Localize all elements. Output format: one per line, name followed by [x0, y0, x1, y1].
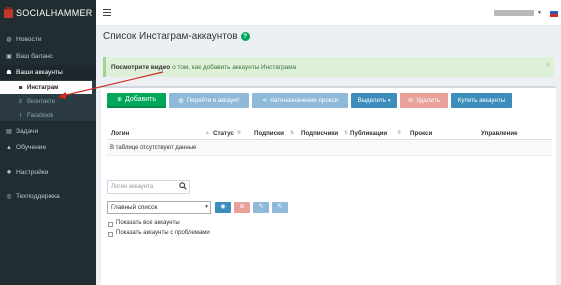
video-alert: Посмотрите видео о том, как добавить акк…: [103, 57, 554, 77]
buy-accounts-button[interactable]: Купить аккаунты: [451, 93, 512, 108]
show-all-accounts-checkbox[interactable]: [108, 222, 113, 227]
chevron-down-icon: ▾: [388, 97, 391, 104]
language-flag-icon[interactable]: [550, 8, 558, 17]
sidebar-item-news[interactable]: ◍ Новости: [0, 32, 96, 47]
column-header-status[interactable]: Статус: [213, 130, 234, 137]
sort-icon[interactable]: ⇅: [397, 130, 401, 136]
user-menu-caret-icon[interactable]: ▼: [537, 10, 542, 16]
sidebar-item-support[interactable]: ◎ Техподдержка: [0, 189, 96, 204]
edit-list-button[interactable]: ✎: [253, 202, 269, 213]
sidebar-item-learning[interactable]: ▲ Обучение: [0, 140, 96, 155]
vk-icon: ʬ: [19, 98, 22, 105]
sort-icon[interactable]: ⇅: [237, 130, 241, 136]
column-header-manage: Управление: [481, 130, 518, 137]
select-dropdown-button[interactable]: Выделить ▾: [351, 93, 397, 108]
buy-accounts-label: Купить аккаунты: [457, 97, 506, 104]
help-icon[interactable]: ?: [240, 32, 250, 41]
sidebar-item-tasks[interactable]: ▤ Задачи: [0, 124, 96, 139]
search-input[interactable]: Логин аккаунта: [107, 180, 190, 194]
delete-button[interactable]: ⊖ Удалить: [400, 93, 448, 108]
column-header-proxy[interactable]: Прокси: [410, 130, 432, 137]
instagram-icon: ◙: [18, 84, 23, 91]
delete-label: Удалить: [416, 97, 440, 104]
menu-toggle-icon[interactable]: [103, 9, 111, 16]
sidebar-subitem-instagram[interactable]: ◙ Инстаграм: [0, 81, 92, 94]
column-header-subscriptions[interactable]: Подписки: [254, 130, 284, 137]
column-header-followers[interactable]: Подписчики: [301, 130, 338, 137]
go-to-account-label: Перейти в аккаунт: [186, 97, 240, 104]
edit-icon: ✎: [258, 204, 264, 210]
column-header-posts[interactable]: Публикации: [350, 130, 387, 137]
minus-circle-icon: ⊖: [408, 98, 414, 104]
auto-proxy-label: Автоназначение прокси: [269, 97, 339, 104]
search-icon[interactable]: [179, 182, 187, 190]
sidebar-item-settings[interactable]: ✹ Настройки: [0, 165, 96, 180]
hammer-icon: [4, 6, 13, 18]
globe-icon: ◍: [178, 98, 184, 104]
auto-proxy-button[interactable]: ⋖ Автоназначение прокси: [252, 93, 348, 108]
sidebar-item-label: Ваши аккаунты: [16, 69, 63, 76]
alert-link[interactable]: Посмотрите видео: [111, 64, 170, 71]
app-name: SOCIALHAMMER: [16, 8, 93, 18]
page-title: Список Инстаграм-аккаунтов ?: [103, 31, 250, 42]
gear-icon: ✹: [6, 170, 12, 176]
delete-list-button[interactable]: ⊖: [234, 202, 250, 213]
eye-icon: ◉: [220, 204, 226, 210]
column-header-login[interactable]: Логин: [111, 130, 129, 137]
sort-icon[interactable]: ⇅: [290, 130, 294, 136]
sidebar-subitem-label: Инстаграм: [27, 84, 59, 91]
sidebar-item-label: Задачи: [16, 128, 39, 135]
list-select[interactable]: Главный список: [107, 201, 211, 214]
page-title-text: Список Инстаграм-аккаунтов: [103, 31, 238, 42]
share-icon: ⋖: [261, 98, 267, 104]
go-to-account-button[interactable]: ◍ Перейти в аккаунт: [169, 93, 249, 108]
table-header: Логин ▲ Статус ⇅ Подписки ⇅ Подписчики ⇅…: [107, 128, 552, 140]
sidebar-subitem-facebook[interactable]: f Facebook: [0, 109, 92, 122]
lifebuoy-icon: ◎: [6, 194, 12, 200]
close-icon[interactable]: ×: [546, 62, 550, 69]
view-list-button[interactable]: ◉: [215, 202, 231, 213]
sidebar-subitem-label: Facebook: [27, 112, 54, 119]
export-icon: ⇱: [277, 204, 283, 210]
sidebar-item-balance[interactable]: ▣ Ваш баланс: [0, 49, 96, 64]
alert-text: о том, как добавить аккаунты Инстаграма: [172, 63, 297, 71]
sidebar-subitem-vkontakte[interactable]: ʬ Вконтакте: [0, 95, 92, 108]
logo[interactable]: SOCIALHAMMER: [0, 0, 96, 26]
sidebar-subitem-label: Вконтакте: [27, 98, 56, 105]
briefcase-icon: ▤: [6, 129, 12, 135]
table-empty-row: В таблице отсутствуют данные: [107, 141, 552, 156]
facebook-icon: f: [19, 112, 22, 119]
plus-circle-icon: ⊕: [117, 97, 123, 103]
chevron-down-icon[interactable]: ▼: [204, 204, 209, 210]
sort-icon[interactable]: ▲: [205, 130, 210, 136]
graduation-cap-icon: ▲: [6, 144, 12, 151]
sidebar-item-label: Новости: [16, 36, 42, 43]
add-account-button[interactable]: ⊕ Добавить: [107, 93, 166, 108]
show-problem-accounts-label[interactable]: Показать аккаунты с проблемами: [116, 230, 210, 236]
sort-icon[interactable]: ⇅: [344, 130, 348, 136]
sidebar-item-label: Настройки: [16, 169, 49, 176]
users-icon: ☗: [6, 70, 12, 76]
wallet-icon: ▣: [6, 54, 12, 60]
sidebar-item-label: Техподдержка: [16, 193, 60, 200]
move-list-button[interactable]: ⇱: [272, 202, 288, 213]
sidebar-item-label: Обучение: [16, 144, 47, 151]
minus-circle-icon: ⊖: [239, 204, 245, 210]
add-account-label: Добавить: [125, 96, 156, 103]
sidebar-item-accounts[interactable]: ☗ Ваши аккаунты: [0, 65, 96, 80]
globe-icon: ◍: [6, 37, 12, 43]
show-problem-accounts-checkbox[interactable]: [108, 232, 113, 237]
user-email-blurred[interactable]: [494, 10, 534, 16]
top-header: SOCIALHAMMER ▼: [0, 0, 561, 26]
sidebar-item-label: Ваш баланс: [16, 53, 53, 60]
select-label: Выделить: [357, 97, 387, 104]
show-all-accounts-label[interactable]: Показать все аккаунты: [116, 220, 180, 226]
